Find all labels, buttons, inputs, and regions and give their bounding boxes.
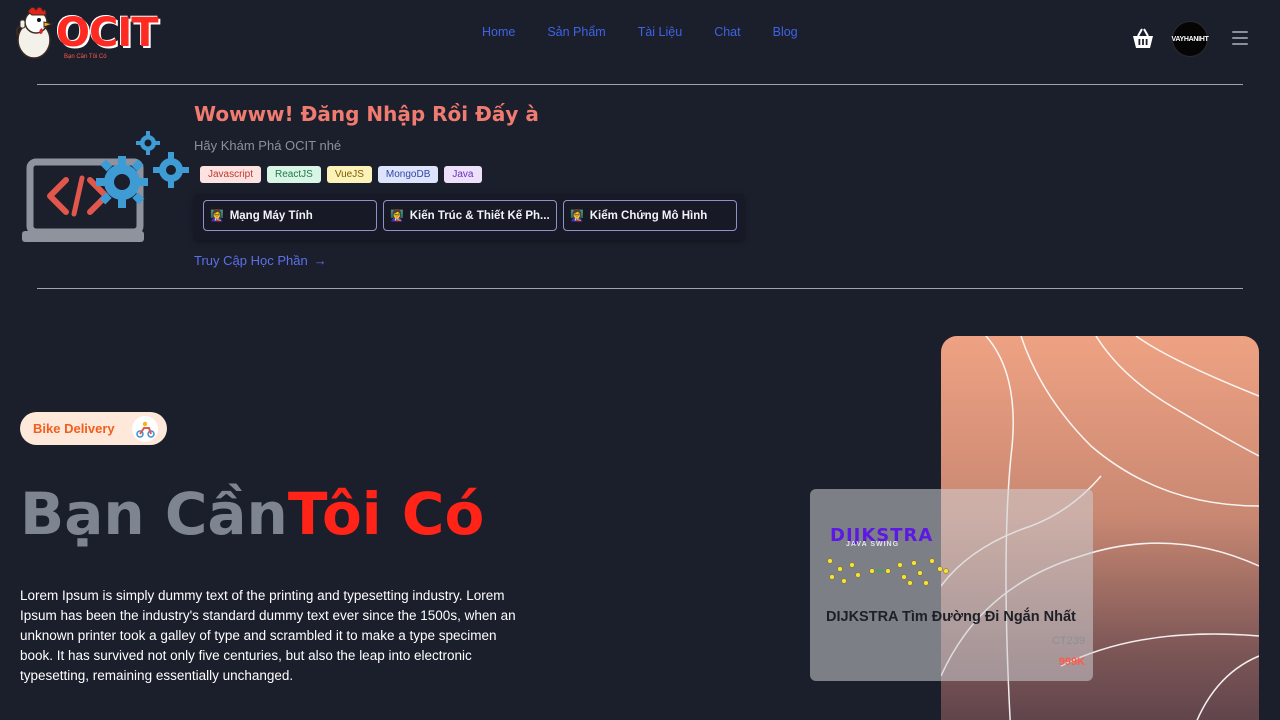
access-label: Truy Cập Học Phần: [194, 253, 308, 268]
product-card[interactable]: DIJKSTRA JAVA SWING DIJKSTRA Tìm Đường Đ…: [810, 489, 1093, 681]
tag-reactjs[interactable]: ReactJS: [267, 166, 321, 183]
course-label: Kiểm Chứng Mô Hình: [589, 209, 708, 222]
top-divider: [37, 84, 1243, 85]
logo-text: OCIT: [56, 10, 159, 56]
tag-java[interactable]: Java: [444, 166, 482, 183]
basket-icon[interactable]: [1131, 28, 1155, 50]
product-price: 999K: [1058, 656, 1085, 668]
nav-documents[interactable]: Tài Liệu: [638, 25, 682, 39]
student-icon: 👩‍🏫: [210, 210, 224, 222]
course-list: 👩‍🏫 Mạng Máy Tính 👩‍🏫 Kiến Trúc & Thiết …: [194, 194, 744, 240]
course-label: Kiến Trúc & Thiết Kế Ph...: [409, 209, 550, 222]
logo-tagline: Bạn Cần Tôi Có: [64, 54, 107, 60]
arrow-right-icon: →: [313, 253, 327, 268]
tag-javascript[interactable]: Javascript: [200, 166, 262, 183]
coding-gears-illustration: [22, 131, 189, 242]
tech-tags: Javascript ReactJS VueJS MongoDB Java: [200, 166, 482, 183]
thumbnail-subtitle: JAVA SWING: [846, 541, 900, 548]
user-avatar[interactable]: VAYHANIHT: [1172, 21, 1209, 57]
welcome-title: Wowww! Đăng Nhập Rồi Đấy à: [194, 102, 539, 126]
course-item[interactable]: 👩‍🏫 Kiểm Chứng Mô Hình: [563, 200, 737, 231]
scooter-icon: [132, 416, 158, 442]
badge-label: Bike Delivery: [33, 421, 115, 436]
hamburger-icon[interactable]: [1232, 31, 1248, 45]
nav-products[interactable]: Sản Phẩm: [547, 25, 605, 39]
nav-home[interactable]: Home: [482, 25, 515, 39]
site-logo[interactable]: OCIT Bạn Cần Tôi Có: [14, 4, 159, 62]
rooster-mascot-icon: [15, 6, 54, 59]
bike-delivery-badge[interactable]: Bike Delivery: [20, 412, 167, 445]
student-icon: 👩‍🏫: [390, 210, 404, 222]
site-header: OCIT Bạn Cần Tôi Có Home Sản Phẩm Tài Li…: [0, 0, 1280, 78]
tag-mongodb[interactable]: MongoDB: [377, 166, 439, 183]
main-nav: Home Sản Phẩm Tài Liệu Chat Blog: [482, 25, 830, 39]
hero-title: Bạn CầnTôi Có: [20, 480, 484, 548]
hero-title-part1: Bạn Cần: [20, 480, 288, 548]
nav-blog[interactable]: Blog: [773, 25, 798, 39]
product-code: CT239: [1051, 635, 1085, 647]
hero-title-part2: Tôi Có: [287, 480, 485, 548]
welcome-subtitle: Hãy Khám Phá OCIT nhé: [194, 138, 342, 153]
student-icon: 👩‍🏫: [570, 210, 584, 222]
course-item[interactable]: 👩‍🏫 Kiến Trúc & Thiết Kế Ph...: [383, 200, 557, 231]
tag-vuejs[interactable]: VueJS: [326, 166, 372, 183]
hero-description: Lorem Ipsum is simply dummy text of the …: [20, 588, 516, 683]
course-item[interactable]: 👩‍🏫 Mạng Máy Tính: [203, 200, 377, 231]
access-courses-link[interactable]: Truy Cập Học Phần →: [194, 253, 327, 268]
course-label: Mạng Máy Tính: [229, 209, 313, 222]
section-divider: [37, 288, 1243, 289]
product-name: DIJKSTRA Tìm Đường Đi Ngắn Nhất: [826, 609, 1076, 625]
nav-chat[interactable]: Chat: [714, 25, 740, 39]
